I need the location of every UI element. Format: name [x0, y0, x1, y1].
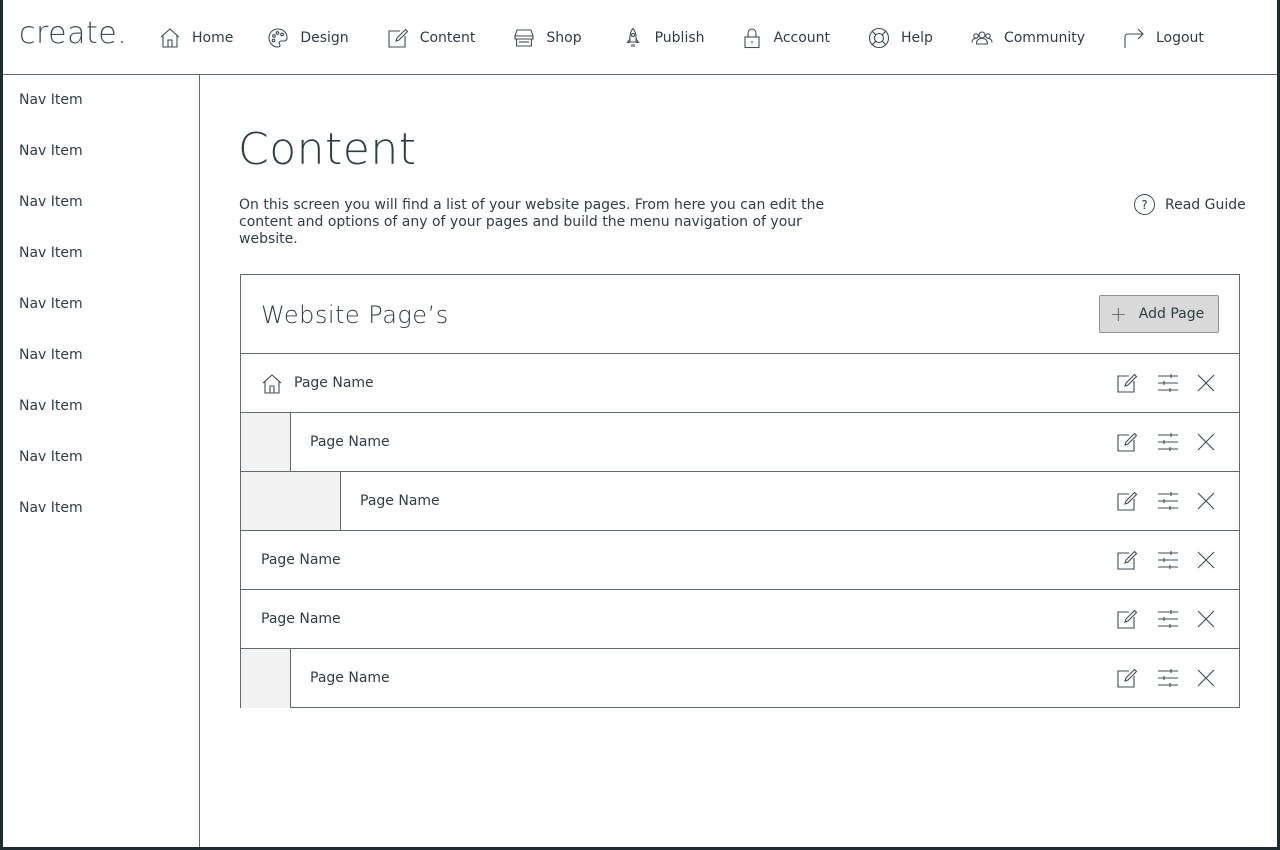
page-options-icon[interactable] — [1157, 372, 1179, 394]
topnav-community-label: Community — [1003, 30, 1085, 46]
page-title: Content — [238, 124, 417, 175]
logo-dot: . — [117, 16, 128, 51]
page-row[interactable]: Page Name — [241, 531, 1239, 590]
edit-page-icon[interactable] — [1116, 490, 1138, 512]
delete-page-icon[interactable] — [1195, 608, 1217, 630]
indent-spacer — [241, 472, 341, 530]
plus-icon: + — [1110, 302, 1127, 326]
lifebuoy-icon — [868, 27, 890, 49]
page-name: Page Name — [310, 670, 390, 686]
logo-text: create — [19, 16, 118, 51]
sidebar-item[interactable]: Nav Item — [19, 92, 83, 108]
read-guide-link[interactable]: ? Read Guide — [1134, 194, 1246, 215]
page-row[interactable]: Page Name — [241, 413, 1239, 472]
delete-page-icon[interactable] — [1195, 431, 1217, 453]
help-circle-icon: ? — [1134, 194, 1155, 215]
page-options-icon[interactable] — [1157, 431, 1179, 453]
rocket-icon — [626, 27, 640, 47]
row-actions — [1116, 490, 1217, 512]
sidebar-item[interactable]: Nav Item — [19, 347, 83, 363]
sidebar-item[interactable]: Nav Item — [19, 449, 83, 465]
page-options-icon[interactable] — [1157, 608, 1179, 630]
lock-icon — [743, 28, 760, 49]
topnav-shop[interactable]: Shop — [513, 27, 582, 49]
row-actions — [1116, 549, 1217, 571]
indent-spacer — [241, 649, 291, 708]
delete-page-icon[interactable] — [1195, 372, 1217, 394]
sidebar-item[interactable]: Nav Item — [19, 500, 83, 516]
row-actions — [1116, 431, 1217, 453]
topnav-content-label: Content — [419, 30, 476, 46]
palette-icon — [268, 28, 288, 48]
page-options-icon[interactable] — [1157, 667, 1179, 689]
row-actions — [1116, 608, 1217, 630]
sidebar-item[interactable]: Nav Item — [19, 245, 83, 261]
page-options-icon[interactable] — [1157, 549, 1179, 571]
add-page-label: Add Page — [1138, 306, 1205, 322]
topnav-account-label: Account — [773, 30, 831, 46]
add-page-button[interactable]: + Add Page — [1099, 295, 1219, 333]
topnav-content[interactable]: Content — [387, 27, 476, 49]
page-row[interactable]: Page Name — [241, 354, 1239, 413]
page-name: Page Name — [310, 434, 390, 450]
panel-header: Website Page’s + Add Page — [241, 275, 1239, 354]
top-nav: Home Design Content Shop Publish Account… — [159, 24, 1204, 52]
topnav-shop-label: Shop — [546, 30, 582, 46]
topnav-account[interactable]: Account — [741, 27, 831, 49]
topnav-help[interactable]: Help — [868, 27, 933, 49]
logout-arrow-icon — [1124, 28, 1144, 48]
people-icon — [971, 31, 993, 45]
page-row[interactable]: Page Name — [241, 590, 1239, 649]
delete-page-icon[interactable] — [1195, 490, 1217, 512]
home-icon — [262, 374, 282, 394]
page-name: Page Name — [294, 375, 374, 391]
edit-page-icon[interactable] — [1116, 431, 1138, 453]
topnav-help-label: Help — [901, 30, 933, 46]
row-actions — [1116, 667, 1217, 689]
page-options-icon[interactable] — [1157, 490, 1179, 512]
intro-text: On this screen you will find a list of y… — [239, 197, 825, 247]
indent-spacer — [241, 413, 291, 471]
edit-page-icon[interactable] — [1116, 549, 1138, 571]
edit-icon — [388, 28, 408, 48]
row-actions — [1116, 372, 1217, 394]
topnav-home-label: Home — [192, 30, 234, 46]
top-header: create. Home Design Content Shop Publish… — [3, 0, 1277, 75]
logo[interactable]: create. — [19, 16, 127, 51]
sidebar-item[interactable]: Nav Item — [19, 143, 83, 159]
topnav-design[interactable]: Design — [267, 27, 349, 49]
read-guide-label: Read Guide — [1165, 196, 1246, 213]
topnav-publish-label: Publish — [654, 30, 705, 46]
website-pages-panel: Website Page’s + Add Page Page Name Page … — [240, 274, 1240, 708]
topnav-community[interactable]: Community — [971, 27, 1085, 49]
panel-title: Website Page’s — [261, 301, 449, 329]
sidebar-item[interactable]: Nav Item — [19, 194, 83, 210]
sidebar: Nav Item Nav Item Nav Item Nav Item Nav … — [3, 75, 200, 847]
topnav-home[interactable]: Home — [159, 27, 233, 49]
topnav-logout[interactable]: Logout — [1123, 27, 1204, 49]
store-icon — [514, 29, 534, 47]
delete-page-icon[interactable] — [1195, 667, 1217, 689]
page-row[interactable]: Page Name — [241, 649, 1239, 708]
edit-page-icon[interactable] — [1116, 608, 1138, 630]
topnav-logout-label: Logout — [1155, 30, 1204, 46]
delete-page-icon[interactable] — [1195, 549, 1217, 571]
topnav-publish[interactable]: Publish — [622, 27, 705, 49]
page-name: Page Name — [360, 493, 440, 509]
page-row[interactable]: Page Name — [241, 472, 1239, 531]
topnav-design-label: Design — [300, 30, 349, 46]
sidebar-item[interactable]: Nav Item — [19, 398, 83, 414]
app-window: create. Home Design Content Shop Publish… — [3, 0, 1277, 847]
page-name: Page Name — [261, 611, 341, 627]
edit-page-icon[interactable] — [1116, 372, 1138, 394]
edit-page-icon[interactable] — [1116, 667, 1138, 689]
sidebar-item[interactable]: Nav Item — [19, 296, 83, 312]
page-name: Page Name — [261, 552, 341, 568]
home-icon — [160, 28, 180, 48]
